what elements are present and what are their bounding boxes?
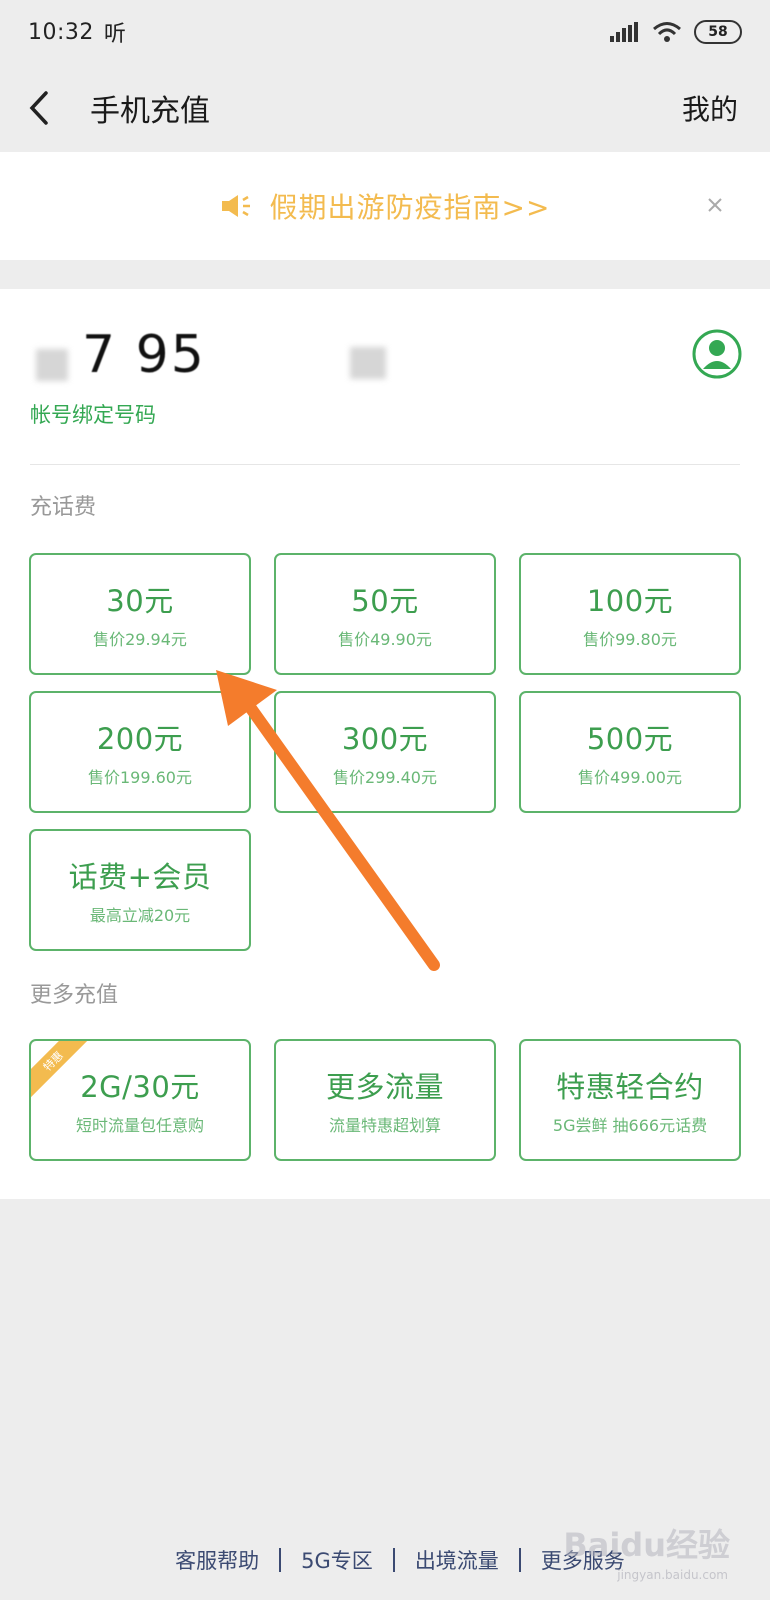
bind-label: 帐号绑定号码 (30, 403, 156, 427)
recharge-tile-30[interactable]: 30元 售价29.94元 (29, 553, 251, 675)
phone-number: 7 95 (82, 325, 206, 385)
page-title: 手机充值 (90, 94, 210, 129)
recharge-card: 7 95 帐号绑定号码 充话费 30元 售价29.94元 50元 售价49.90… (0, 289, 770, 1199)
watermark-url: jingyan.baidu.com (617, 1568, 728, 1582)
tile-price: 售价29.94元 (93, 630, 187, 649)
tile-price: 售价49.90元 (338, 630, 432, 649)
status-left: 10:32 听 (28, 16, 126, 48)
recharge-tile-100[interactable]: 100元 售价99.80元 (519, 553, 741, 675)
tile-title: 更多流量 (325, 1070, 444, 1104)
battery-indicator: 58 (694, 20, 742, 44)
tile-price: 售价99.80元 (583, 630, 677, 649)
tile-desc: 短时流量包任意购 (75, 1116, 204, 1135)
more-tile-more-data[interactable]: 更多流量 流量特惠超划算 (274, 1039, 496, 1161)
watermark-logo: Baidu经验 (563, 1526, 730, 1564)
tile-price: 最高立减20元 (89, 906, 191, 925)
recharge-tile-500[interactable]: 500元 售价499.00元 (519, 691, 741, 813)
speaker-icon (220, 192, 254, 220)
wifi-icon (652, 21, 682, 43)
tile-amount: 300元 (341, 722, 429, 756)
recharge-tile-200[interactable]: 200元 售价199.60元 (29, 691, 251, 813)
notice-banner[interactable]: 假期出游防疫指南>> (0, 152, 770, 260)
section-label-more: 更多充值 (30, 983, 119, 1008)
footer-link-help[interactable]: 客服帮助 (155, 1545, 279, 1575)
back-arrow-icon[interactable] (28, 88, 68, 128)
tile-desc: 5G尝鲜 抽666元话费 (552, 1116, 708, 1135)
my-account-link[interactable]: 我的 (682, 88, 738, 128)
tile-amount: 500元 (586, 722, 674, 756)
status-extra: 听 (103, 22, 127, 47)
notice-content: 假期出游防疫指南>> (220, 186, 551, 226)
recharge-tile-50[interactable]: 50元 售价49.90元 (274, 553, 496, 675)
recharge-tile-bundle[interactable]: 话费+会员 最高立减20元 (29, 829, 251, 951)
footer-link-5g[interactable]: 5G专区 (281, 1545, 393, 1575)
more-tile-data-pack[interactable]: 特惠 2G/30元 短时流量包任意购 (29, 1039, 251, 1161)
status-time: 10:32 (28, 19, 94, 45)
notice-text: 假期出游防疫指南>> (269, 191, 551, 224)
section-label-recharge: 充话费 (30, 495, 97, 520)
tile-amount: 100元 (586, 584, 674, 618)
tile-amount: 200元 (96, 722, 184, 756)
tile-amount: 30元 (106, 584, 174, 618)
tile-title: 2G/30元 (80, 1070, 200, 1104)
tile-price: 售价499.00元 (578, 768, 682, 787)
tile-price: 售价199.60元 (88, 768, 192, 787)
more-tile-contract[interactable]: 特惠轻合约 5G尝鲜 抽666元话费 (519, 1039, 741, 1161)
divider (30, 464, 740, 465)
redacted-block (36, 349, 68, 381)
tile-title: 特惠轻合约 (556, 1070, 704, 1104)
close-icon[interactable] (700, 190, 730, 220)
recharge-tile-300[interactable]: 300元 售价299.40元 (274, 691, 496, 813)
signal-icon (610, 22, 640, 42)
tile-desc: 流量特惠超划算 (328, 1116, 441, 1135)
status-bar: 10:32 听 58 (0, 0, 770, 64)
avatar-icon[interactable] (692, 329, 742, 379)
nav-bar: 手机充值 我的 (0, 64, 770, 152)
promo-badge: 特惠 (40, 1048, 66, 1074)
status-right: 58 (610, 20, 742, 44)
tile-amount: 话费+会员 (68, 860, 212, 894)
tile-price: 售价299.40元 (333, 768, 437, 787)
footer-link-roaming[interactable]: 出境流量 (395, 1545, 519, 1575)
tile-amount: 50元 (351, 584, 419, 618)
phone-number-row[interactable]: 7 95 (30, 325, 740, 389)
redacted-block (350, 347, 386, 379)
